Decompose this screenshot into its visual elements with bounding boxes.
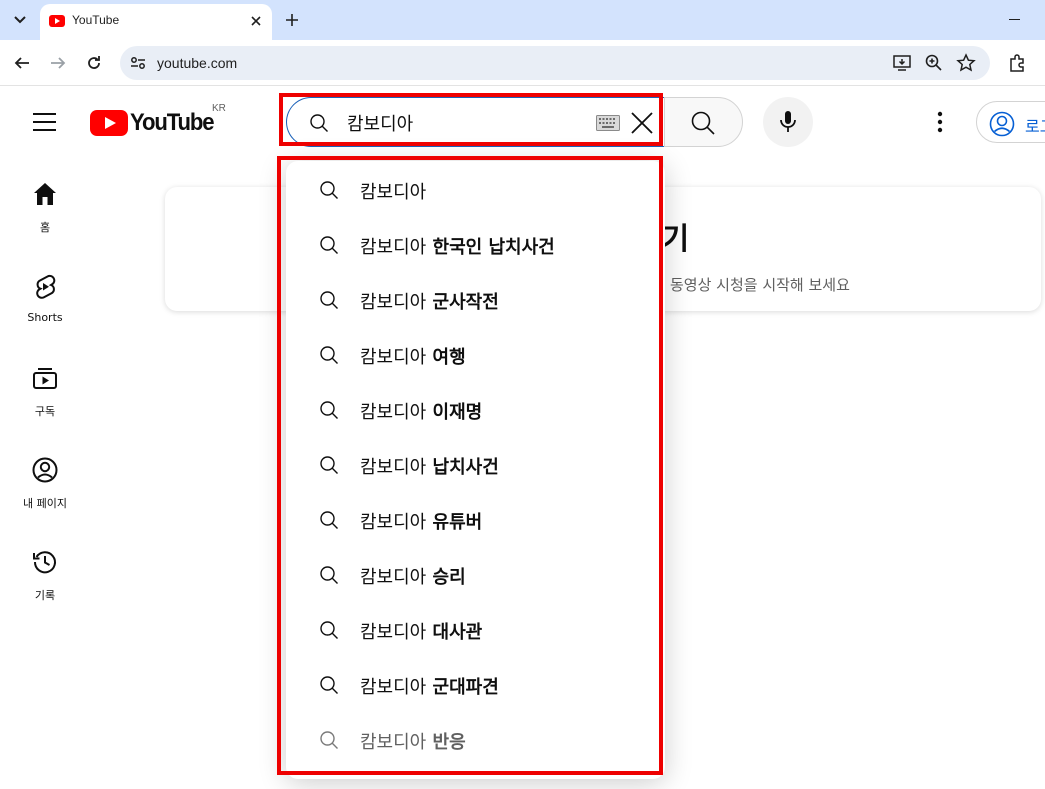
guide-item-subscriptions[interactable]: 구독 bbox=[0, 341, 90, 421]
address-bar[interactable]: youtube.com bbox=[120, 46, 990, 80]
more-vertical-icon bbox=[937, 111, 943, 133]
account-circle-icon bbox=[989, 111, 1015, 137]
new-tab-button[interactable] bbox=[280, 8, 304, 32]
guide-menu-button[interactable] bbox=[33, 113, 57, 131]
search-icon bbox=[691, 111, 715, 135]
browser-tabstrip: YouTube bbox=[0, 0, 1045, 40]
forward-icon bbox=[51, 57, 66, 69]
guide-item-home[interactable]: 홈 bbox=[0, 157, 90, 237]
history-icon bbox=[33, 551, 56, 574]
plus-icon bbox=[286, 14, 298, 26]
close-icon bbox=[251, 16, 261, 26]
search-button[interactable] bbox=[664, 97, 743, 147]
voice-search-button[interactable] bbox=[763, 97, 813, 147]
url-text: youtube.com bbox=[157, 55, 238, 71]
extensions-icon[interactable] bbox=[1007, 53, 1027, 73]
browser-toolbar: youtube.com bbox=[0, 40, 1045, 86]
install-app-icon[interactable] bbox=[892, 53, 912, 73]
suggestions-highlight-box bbox=[277, 156, 663, 775]
guide-item-label: 기록 bbox=[34, 589, 56, 602]
reload-button[interactable] bbox=[82, 51, 106, 75]
back-icon bbox=[14, 57, 29, 69]
subscriptions-icon bbox=[33, 368, 57, 389]
zoom-icon[interactable] bbox=[924, 53, 944, 73]
back-button[interactable] bbox=[10, 51, 34, 75]
guide-item-label: 구독 bbox=[34, 405, 56, 418]
reload-icon bbox=[88, 56, 100, 69]
youtube-favicon bbox=[49, 15, 65, 27]
youtube-play-icon bbox=[90, 110, 128, 136]
feed-prompt-subtitle: 동영상 시청을 시작해 보세요 bbox=[670, 276, 850, 294]
shorts-icon bbox=[36, 274, 56, 299]
tab-title: YouTube bbox=[72, 13, 120, 27]
country-code: KR bbox=[212, 103, 226, 114]
guide-item-label: Shorts bbox=[27, 311, 63, 324]
microphone-icon bbox=[780, 111, 796, 132]
settings-menu-button[interactable] bbox=[928, 109, 952, 135]
site-settings-icon[interactable] bbox=[129, 54, 147, 72]
logo-text: YouTube bbox=[130, 109, 215, 136]
browser-tab[interactable]: YouTube bbox=[40, 4, 272, 40]
guide-item-label: 홈 bbox=[39, 221, 51, 234]
bookmark-star-icon[interactable] bbox=[956, 53, 976, 73]
guide-item-shorts[interactable]: Shorts bbox=[0, 249, 90, 329]
youtube-logo[interactable]: YouTube bbox=[90, 109, 221, 137]
chevron-down-icon bbox=[14, 16, 26, 24]
forward-button[interactable] bbox=[46, 51, 70, 75]
guide-item-label: 내 페이지 bbox=[23, 497, 67, 510]
signin-label: 로그인 bbox=[1025, 117, 1045, 136]
minimize-button[interactable] bbox=[1005, 10, 1025, 30]
home-icon bbox=[34, 183, 56, 205]
tab-list-button[interactable] bbox=[6, 6, 34, 34]
tab-close-button[interactable] bbox=[246, 11, 266, 31]
account-icon bbox=[32, 457, 58, 483]
guide-item-history[interactable]: 기록 bbox=[0, 525, 90, 605]
guide-item-you[interactable]: 내 페이지 bbox=[0, 433, 90, 513]
search-highlight-box bbox=[279, 93, 663, 146]
signin-button[interactable]: 로그인 bbox=[976, 101, 1045, 143]
hamburger-icon bbox=[33, 113, 56, 115]
